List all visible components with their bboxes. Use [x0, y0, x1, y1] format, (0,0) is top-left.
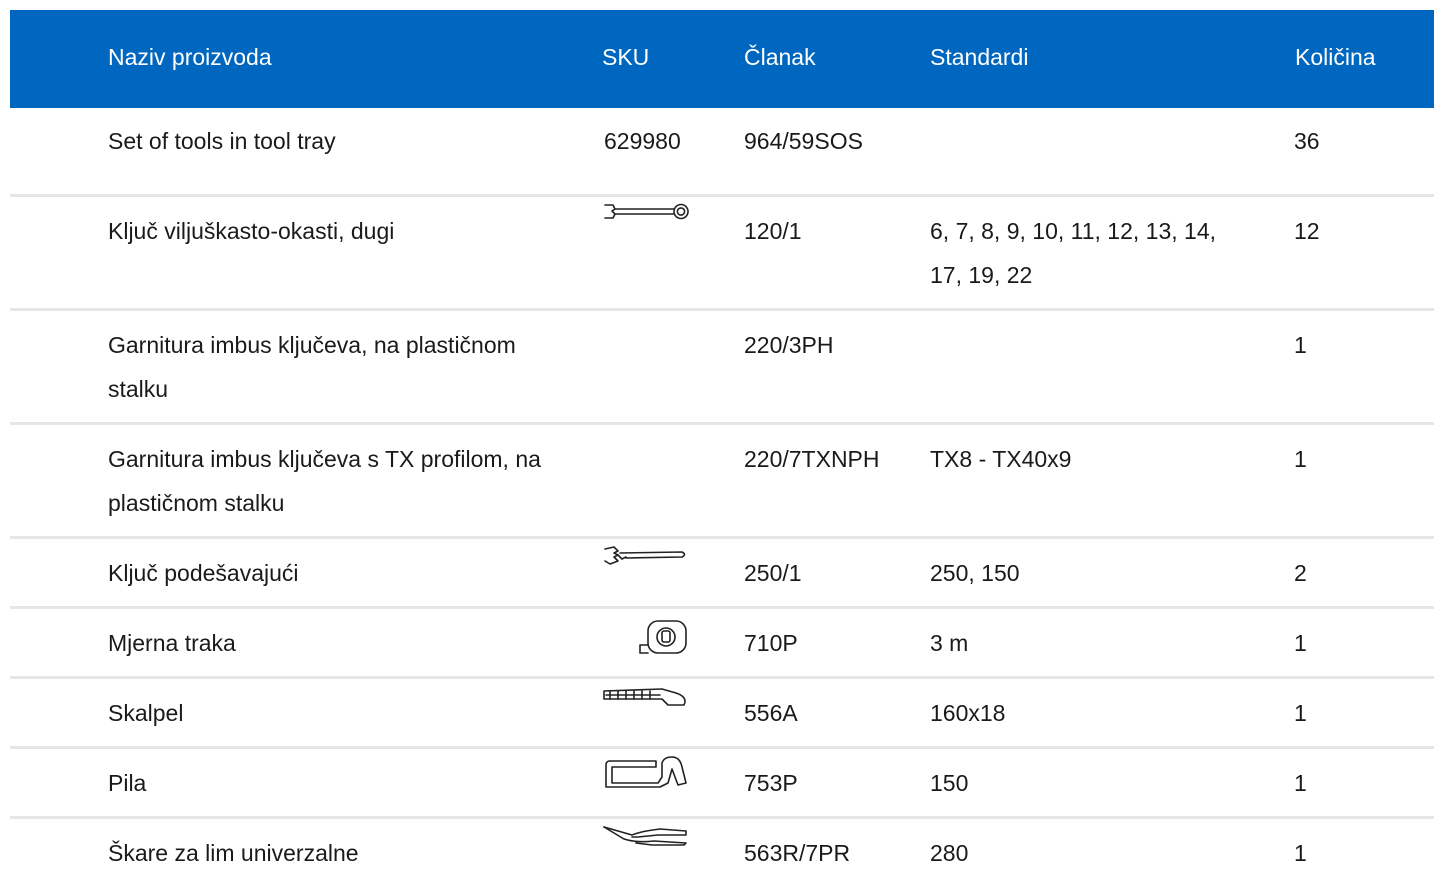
product-name[interactable]: Škare za lim univerzalne: [108, 831, 558, 875]
table-row[interactable]: Skalpel 556A 160x18 1: [10, 679, 1434, 749]
hacksaw-icon: [602, 753, 690, 793]
product-name[interactable]: Mjerna traka: [108, 621, 558, 665]
product-article: 563R/7PR: [744, 840, 851, 866]
product-article: 710P: [744, 630, 798, 656]
column-header-quantity[interactable]: Količina: [1295, 43, 1376, 71]
column-header-name[interactable]: Naziv proizvoda: [108, 43, 272, 71]
product-sku: 629980: [604, 128, 681, 154]
product-article: 250/1: [744, 560, 802, 586]
table-row[interactable]: Garnitura imbus ključeva s TX profilom, …: [10, 425, 1434, 539]
column-header-sku[interactable]: SKU: [602, 43, 649, 71]
product-standards: 150: [930, 770, 969, 796]
product-article: 220/3PH: [744, 332, 834, 358]
product-quantity: 1: [1294, 332, 1307, 358]
product-article: 964/59SOS: [744, 128, 863, 154]
product-standards: 3 m: [930, 630, 969, 656]
product-article: 753P: [744, 770, 798, 796]
table-header: Naziv proizvoda SKU Članak Standardi Kol…: [10, 10, 1434, 108]
product-name[interactable]: Pila: [108, 761, 558, 805]
utility-knife-icon: [602, 683, 690, 723]
table-row[interactable]: Pila 753P 150 1: [10, 749, 1434, 819]
product-article: 120/1: [744, 218, 802, 244]
table-row[interactable]: Škare za lim univerzalne 563R/7PR 280 1: [10, 819, 1434, 889]
adjustable-wrench-icon: [602, 543, 690, 583]
product-table: Naziv proizvoda SKU Članak Standardi Kol…: [10, 10, 1434, 889]
tape-measure-icon: [602, 617, 690, 657]
product-quantity: 12: [1294, 218, 1320, 244]
product-quantity: 1: [1294, 770, 1307, 796]
product-name[interactable]: Garnitura imbus ključeva, na plastičnom …: [108, 323, 558, 411]
product-quantity: 1: [1294, 700, 1307, 726]
product-standards: TX8 - TX40x9: [930, 446, 1072, 472]
product-quantity: 1: [1294, 446, 1307, 472]
table-row[interactable]: Ključ viljuškasto-okasti, dugi 120/1 6, …: [10, 197, 1434, 311]
table-row[interactable]: Garnitura imbus ključeva, na plastičnom …: [10, 311, 1434, 425]
product-name[interactable]: Skalpel: [108, 691, 558, 735]
product-article: 556A: [744, 700, 798, 726]
product-standards: 160x18: [930, 700, 1006, 726]
product-standards: 6, 7, 8, 9, 10, 11, 12, 13, 14, 17, 19, …: [930, 218, 1217, 288]
product-quantity: 36: [1294, 128, 1320, 154]
product-name[interactable]: Ključ podešavajući: [108, 551, 558, 595]
product-name[interactable]: Ključ viljuškasto-okasti, dugi: [108, 209, 558, 253]
column-header-standards[interactable]: Standardi: [930, 43, 1028, 71]
tin-snips-icon: [602, 823, 690, 863]
product-name[interactable]: Garnitura imbus ključeva s TX profilom, …: [108, 437, 558, 525]
table-row[interactable]: Ključ podešavajući 250/1 250, 150 2: [10, 539, 1434, 609]
table-row[interactable]: Set of tools in tool tray 629980 964/59S…: [10, 108, 1434, 197]
product-name[interactable]: Set of tools in tool tray: [108, 119, 558, 163]
product-article: 220/7TXNPH: [744, 446, 880, 472]
combination-wrench-icon: [602, 199, 690, 239]
product-quantity: 1: [1294, 630, 1307, 656]
column-header-article[interactable]: Članak: [744, 43, 816, 71]
product-standards: 280: [930, 840, 969, 866]
table-row[interactable]: Mjerna traka 710P 3 m 1: [10, 609, 1434, 679]
product-quantity: 1: [1294, 840, 1307, 866]
product-standards: 250, 150: [930, 560, 1020, 586]
product-quantity: 2: [1294, 560, 1307, 586]
